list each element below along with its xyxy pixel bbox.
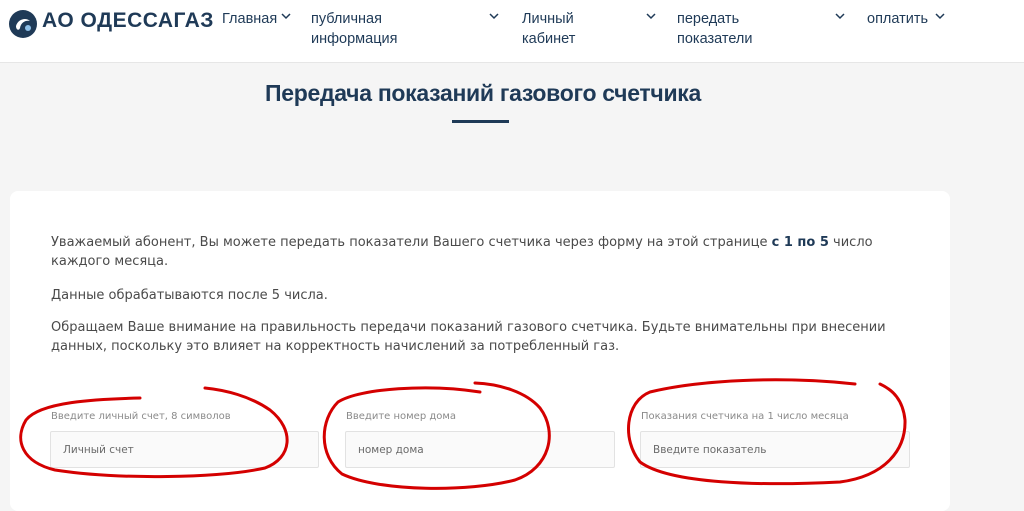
house-number-input[interactable] <box>345 431 615 468</box>
nav-label: передать показатели <box>677 11 753 47</box>
chevron-down-icon <box>935 13 945 20</box>
info-paragraph-schedule: Уважаемый абонент, Вы можете передать по… <box>51 233 911 271</box>
meter-reading-input[interactable] <box>640 431 910 468</box>
nav-item-submit-readings[interactable]: передать показатели <box>677 9 845 49</box>
info-paragraph-notice: Обращаем Ваше внимание на правильность п… <box>51 320 886 354</box>
info-highlight: с 1 по 5 <box>771 235 829 250</box>
logo-text[interactable]: АО ОДЕССАГАЗ <box>42 9 214 33</box>
nav-item-home[interactable]: Главная <box>222 9 291 29</box>
chevron-down-icon <box>489 13 499 20</box>
title-underline <box>452 120 509 123</box>
account-input[interactable] <box>50 431 319 468</box>
nav-label: публичная информация <box>311 11 398 47</box>
site-header: АО ОДЕССАГАЗ Главная публичная информаци… <box>0 0 1024 63</box>
logo-icon[interactable] <box>8 9 38 39</box>
nav-item-public-info[interactable]: публичная информация <box>311 9 499 49</box>
meter-field-label: Показания счетчика на 1 число месяца <box>641 411 849 422</box>
nav-label: оплатить <box>867 11 929 27</box>
nav-item-pay[interactable]: оплатить <box>867 9 945 29</box>
nav-label: Главная <box>222 11 278 27</box>
info-paragraph-processing: Данные обрабатываются после 5 числа. <box>51 288 328 303</box>
account-field-label: Введите личный счет, 8 символов <box>51 411 231 422</box>
chevron-down-icon <box>646 13 656 20</box>
info-text: Уважаемый абонент, Вы можете передать по… <box>51 235 772 250</box>
nav-label: Личный кабинет <box>522 11 576 47</box>
nav-item-cabinet[interactable]: Личный кабинет <box>522 9 656 49</box>
page-title: Передача показаний газового счетчика <box>265 80 701 106</box>
house-field-label: Введите номер дома <box>346 411 457 422</box>
chevron-down-icon <box>281 13 291 20</box>
chevron-down-icon <box>835 13 845 20</box>
